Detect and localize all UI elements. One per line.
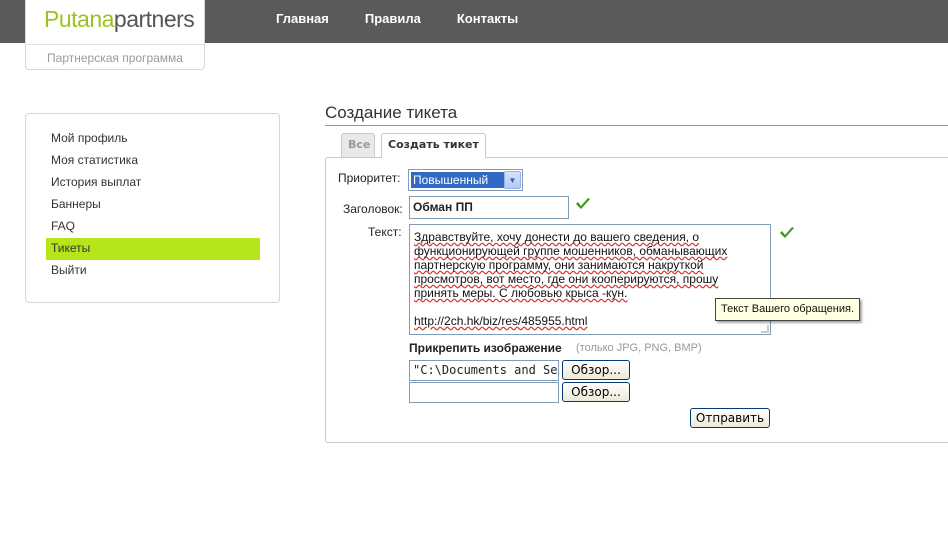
sidebar-item-banners[interactable]: Баннеры xyxy=(46,194,260,216)
subject-input[interactable]: Обман ПП xyxy=(409,196,569,219)
sidebar-item-payout-history[interactable]: История выплат xyxy=(46,172,260,194)
nav-home[interactable]: Главная xyxy=(276,11,329,26)
attach-image-label: Прикрепить изображение xyxy=(409,341,562,355)
subject-label: Заголовок: xyxy=(343,202,403,216)
sidebar-menu: Мой профиль Моя статистика История выпла… xyxy=(25,113,280,303)
tagline: Партнерская программа xyxy=(47,51,183,65)
file-path-input-1[interactable]: "C:\Documents and Setti xyxy=(409,360,559,381)
sidebar-item-profile[interactable]: Мой профиль xyxy=(46,128,260,150)
main-nav: Главная Правила Контакты xyxy=(276,11,554,26)
text-label: Текст: xyxy=(368,225,402,239)
submit-button[interactable]: Отправить xyxy=(690,408,770,428)
sidebar-item-logout[interactable]: Выйти xyxy=(46,260,260,282)
message-text: Здравствуйте, хочу донести до вашего све… xyxy=(414,230,728,300)
resize-handle[interactable] xyxy=(761,325,769,333)
check-icon xyxy=(576,198,590,209)
priority-selected-value: Повышенный xyxy=(411,172,505,188)
logo-divider xyxy=(26,44,204,45)
tab-create-ticket[interactable]: Создать тикет xyxy=(381,133,486,158)
tab-all[interactable]: Все xyxy=(341,133,375,157)
file-path-input-2[interactable] xyxy=(409,382,559,403)
title-divider xyxy=(325,125,948,126)
logo-box: Putanapartners Партнерская программа xyxy=(25,0,205,70)
message-link: http://2ch.hk/biz/res/485955.html xyxy=(414,314,588,328)
check-icon xyxy=(780,227,794,238)
sidebar-item-statistics[interactable]: Моя статистика xyxy=(46,150,260,172)
priority-label: Приоритет: xyxy=(338,171,401,185)
page-title: Создание тикета xyxy=(325,103,458,122)
sidebar-item-faq[interactable]: FAQ xyxy=(46,216,260,238)
nav-rules[interactable]: Правила xyxy=(365,11,421,26)
chevron-down-icon[interactable]: ▼ xyxy=(504,171,521,189)
logo[interactable]: Putanapartners xyxy=(44,6,195,33)
logo-text-part1: Putana xyxy=(44,6,114,32)
browse-button-2[interactable]: Обзор... xyxy=(562,382,630,402)
attach-format-hint: (только JPG, PNG, BMP) xyxy=(576,342,702,354)
sidebar-item-tickets[interactable]: Тикеты xyxy=(46,238,260,260)
browse-button-1[interactable]: Обзор... xyxy=(562,360,630,380)
nav-contacts[interactable]: Контакты xyxy=(457,11,518,26)
priority-select[interactable]: Повышенный ▼ xyxy=(408,169,523,191)
logo-text-part2: partners xyxy=(113,6,195,32)
textarea-tooltip: Текст Вашего обращения. xyxy=(715,298,861,321)
